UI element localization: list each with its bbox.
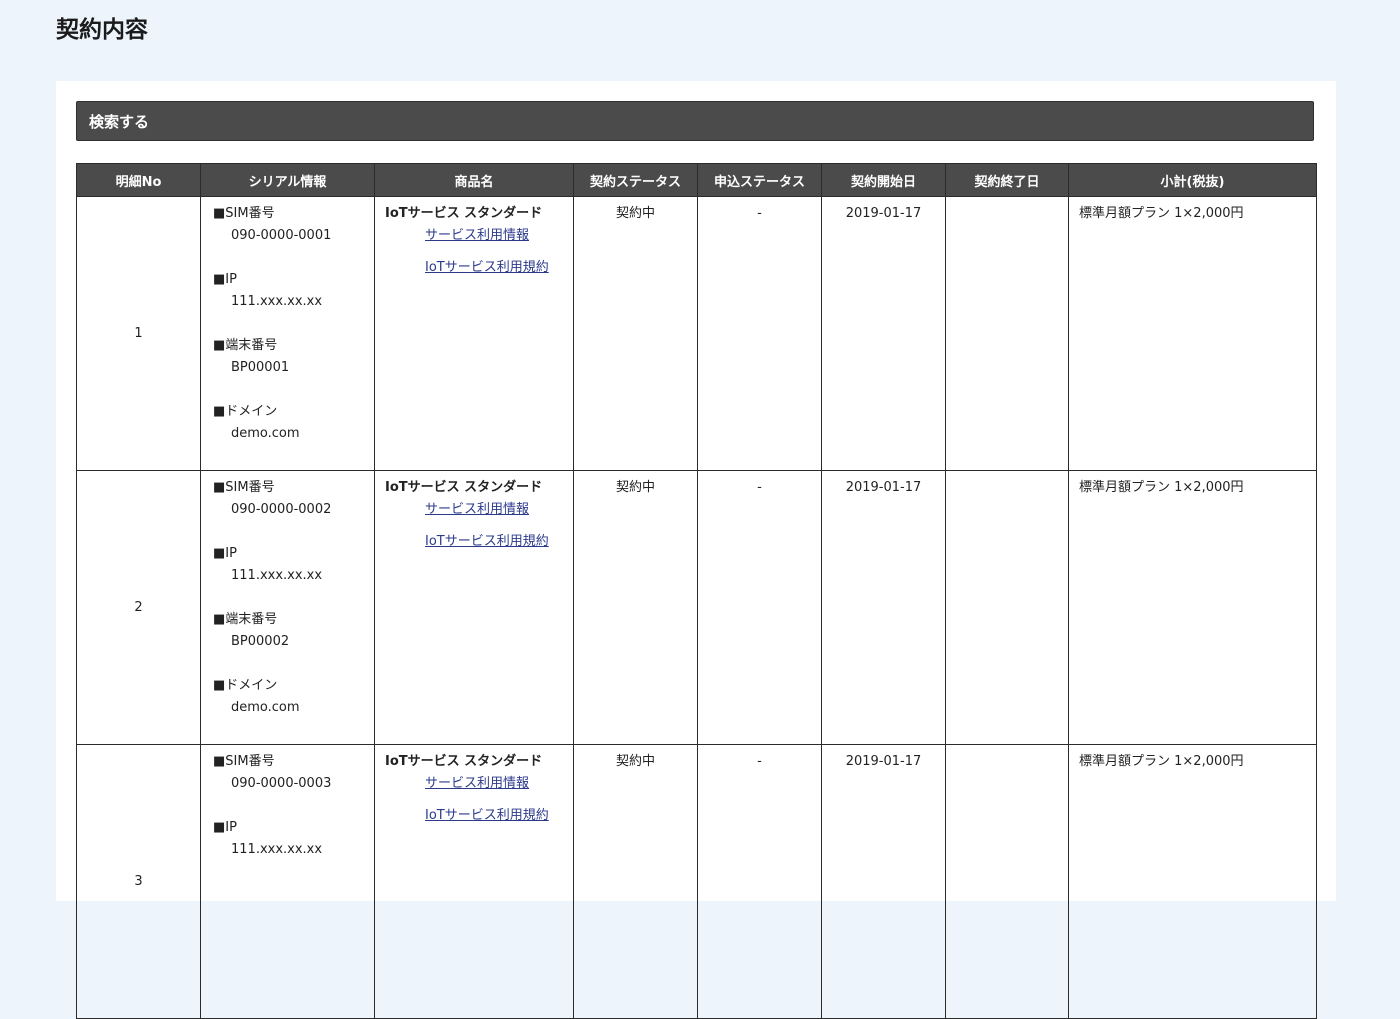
contract-status-cell: 契約中 <box>573 744 698 1019</box>
application-status-cell: - <box>697 470 822 745</box>
table-row: 1 ■SIM番号 090-0000-0001 ■IP 111.xxx.xx.xx… <box>76 196 1317 471</box>
serial-domain: ■ドメイン demo.com <box>213 675 374 719</box>
end-date-cell <box>945 470 1069 745</box>
serial-sim: ■SIM番号 090-0000-0001 <box>213 203 374 247</box>
subtotal: 標準月額プラン 1×2,000円 <box>1079 754 1244 769</box>
serial-label-terminal: ■端末番号 <box>213 338 278 353</box>
serial-label-domain: ■ドメイン <box>213 404 278 419</box>
contract-status-cell: 契約中 <box>573 196 698 471</box>
end-date <box>946 197 1068 203</box>
product-cell: IoTサービス スタンダード サービス利用情報 IoTサービス利用規約 <box>374 470 574 745</box>
application-status: - <box>757 480 762 495</box>
row-number: 1 <box>76 196 201 471</box>
contract-status-cell: 契約中 <box>573 470 698 745</box>
terminal-number: BP00001 <box>231 360 290 375</box>
end-date <box>946 745 1068 751</box>
row-number: 2 <box>76 470 201 745</box>
table-header-row: 明細No シリアル情報 商品名 契約ステータス 申込ステータス 契約開始日 契約… <box>76 163 1317 197</box>
serial-info-cell: ■SIM番号 090-0000-0003 ■IP 111.xxx.xx.xx <box>200 744 375 1019</box>
sim-number: 090-0000-0002 <box>231 502 332 517</box>
application-status-cell: - <box>697 196 822 471</box>
page-title: 契約内容 <box>56 17 148 43</box>
serial-ip: ■IP 111.xxx.xx.xx <box>213 817 374 861</box>
subtotal-cell: 標準月額プラン 1×2,000円 <box>1068 470 1317 745</box>
product-cell: IoTサービス スタンダード サービス利用情報 IoTサービス利用規約 <box>374 744 574 1019</box>
service-terms-link[interactable]: IoTサービス利用規約 <box>425 531 573 553</box>
serial-terminal: ■端末番号 BP00001 <box>213 335 374 379</box>
serial-info-cell: ■SIM番号 090-0000-0001 ■IP 111.xxx.xx.xx ■… <box>200 196 375 471</box>
serial-ip: ■IP 111.xxx.xx.xx <box>213 269 374 313</box>
product-name: IoTサービス スタンダード <box>385 480 543 495</box>
end-date-cell <box>945 744 1069 1019</box>
contract-status: 契約中 <box>615 480 655 495</box>
sim-number: 090-0000-0001 <box>231 228 332 243</box>
serial-label-ip: ■IP <box>213 272 237 287</box>
service-usage-info-link[interactable]: サービス利用情報 <box>425 773 573 795</box>
table-row: 3 ■SIM番号 090-0000-0003 ■IP 111.xxx.xx.xx <box>76 744 1317 1019</box>
search-toggle-button[interactable]: 検索する <box>76 101 1314 141</box>
serial-terminal: ■端末番号 BP00002 <box>213 609 374 653</box>
serial-sim: ■SIM番号 090-0000-0002 <box>213 477 374 521</box>
subtotal-cell: 標準月額プラン 1×2,000円 <box>1068 196 1317 471</box>
serial-sim: ■SIM番号 090-0000-0003 <box>213 751 374 795</box>
column-header-serial: シリアル情報 <box>200 163 375 197</box>
product-name: IoTサービス スタンダード <box>385 206 543 221</box>
column-header-contract-status: 契約ステータス <box>573 163 698 197</box>
contract-panel: 検索する 明細No シリアル情報 商品名 契約ステータス 申込ステータス 契約開… <box>56 81 1336 1019</box>
serial-label-domain: ■ドメイン <box>213 678 278 693</box>
service-usage-info-link[interactable]: サービス利用情報 <box>425 225 573 247</box>
subtotal-cell: 標準月額プラン 1×2,000円 <box>1068 744 1317 1019</box>
terminal-number: BP00002 <box>231 634 290 649</box>
serial-label-terminal: ■端末番号 <box>213 612 278 627</box>
column-header-subtotal: 小計(税抜) <box>1068 163 1317 197</box>
start-date: 2019-01-17 <box>845 754 922 769</box>
subtotal: 標準月額プラン 1×2,000円 <box>1079 206 1244 221</box>
row-number: 3 <box>76 744 201 1019</box>
column-header-no: 明細No <box>76 163 201 197</box>
start-date-cell: 2019-01-17 <box>821 470 946 745</box>
contract-table: 明細No シリアル情報 商品名 契約ステータス 申込ステータス 契約開始日 契約… <box>76 163 1317 1019</box>
start-date-cell: 2019-01-17 <box>821 744 946 1019</box>
subtotal: 標準月額プラン 1×2,000円 <box>1079 480 1244 495</box>
column-header-end-date: 契約終了日 <box>945 163 1069 197</box>
start-date: 2019-01-17 <box>845 480 922 495</box>
table-row: 2 ■SIM番号 090-0000-0002 ■IP 111.xxx.xx.xx… <box>76 470 1317 745</box>
application-status: - <box>757 206 762 221</box>
column-header-start-date: 契約開始日 <box>821 163 946 197</box>
domain-name: demo.com <box>231 700 300 715</box>
product-cell: IoTサービス スタンダード サービス利用情報 IoTサービス利用規約 <box>374 196 574 471</box>
sim-number: 090-0000-0003 <box>231 776 332 791</box>
serial-label-ip: ■IP <box>213 546 237 561</box>
ip-address: 111.xxx.xx.xx <box>231 568 323 583</box>
application-status-cell: - <box>697 744 822 1019</box>
ip-address: 111.xxx.xx.xx <box>231 842 323 857</box>
contract-status: 契約中 <box>615 206 655 221</box>
serial-label-sim: ■SIM番号 <box>213 754 275 769</box>
end-date <box>946 471 1068 477</box>
serial-label-sim: ■SIM番号 <box>213 480 275 495</box>
service-terms-link[interactable]: IoTサービス利用規約 <box>425 257 573 279</box>
column-header-application-status: 申込ステータス <box>697 163 822 197</box>
serial-domain: ■ドメイン demo.com <box>213 401 374 445</box>
service-usage-info-link[interactable]: サービス利用情報 <box>425 499 573 521</box>
serial-label-sim: ■SIM番号 <box>213 206 275 221</box>
serial-label-ip: ■IP <box>213 820 237 835</box>
serial-info-cell: ■SIM番号 090-0000-0002 ■IP 111.xxx.xx.xx ■… <box>200 470 375 745</box>
contract-status: 契約中 <box>615 754 655 769</box>
start-date: 2019-01-17 <box>845 206 922 221</box>
start-date-cell: 2019-01-17 <box>821 196 946 471</box>
ip-address: 111.xxx.xx.xx <box>231 294 323 309</box>
application-status: - <box>757 754 762 769</box>
product-name: IoTサービス スタンダード <box>385 754 543 769</box>
column-header-product: 商品名 <box>374 163 574 197</box>
domain-name: demo.com <box>231 426 300 441</box>
end-date-cell <box>945 196 1069 471</box>
service-terms-link[interactable]: IoTサービス利用規約 <box>425 805 573 827</box>
serial-ip: ■IP 111.xxx.xx.xx <box>213 543 374 587</box>
